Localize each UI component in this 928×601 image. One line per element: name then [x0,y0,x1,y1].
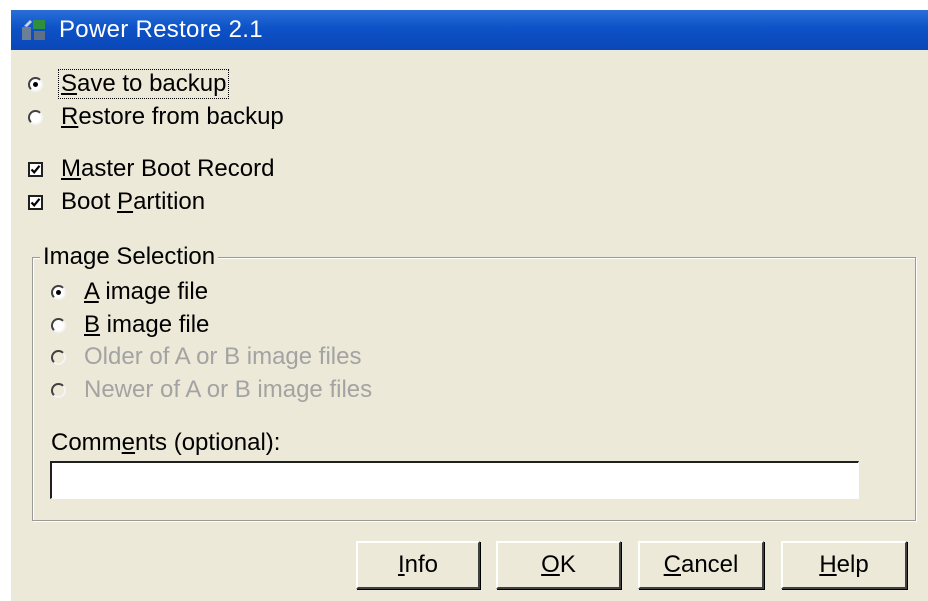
radio-unselected-icon[interactable] [28,109,43,125]
comments-input[interactable] [50,461,859,499]
master-boot-record-label: Master Boot Record [61,155,275,182]
ok-button[interactable]: OK [496,541,621,589]
restore-from-backup-radio[interactable]: Restore from backup [28,103,284,131]
save-to-backup-radio[interactable]: Save to backup [28,69,230,99]
b-image-file-label: B image file [84,311,210,338]
radio-unselected-icon[interactable] [51,317,66,333]
newer-image-file-radio[interactable]: Newer of A or B image files [51,376,372,404]
older-image-file-label: Older of A or B image files [84,343,362,370]
radio-unselected-icon[interactable] [51,382,66,398]
a-image-file-label: A image file [84,278,209,305]
radio-selected-icon[interactable] [28,76,43,92]
newer-image-file-label: Newer of A or B image files [84,376,373,403]
checkbox-checked-icon[interactable] [28,161,43,177]
power-restore-window: Power Restore 2.1 Save to backup Restore… [11,10,928,601]
a-image-file-radio[interactable]: A image file [51,278,208,306]
checkbox-checked-icon[interactable] [28,194,43,210]
radio-selected-icon[interactable] [51,284,66,300]
master-boot-record-checkbox[interactable]: Master Boot Record [28,155,274,183]
boot-partition-checkbox[interactable]: Boot Partition [28,188,205,216]
power-restore-app-icon [21,18,47,42]
comments-label: Comments (optional): [51,429,281,456]
window-title: Power Restore 2.1 [59,16,263,43]
boot-partition-label: Boot Partition [61,188,206,215]
b-image-file-radio[interactable]: B image file [51,311,209,339]
cancel-button[interactable]: Cancel [638,541,764,589]
older-image-file-radio[interactable]: Older of A or B image files [51,343,361,371]
radio-unselected-icon[interactable] [51,349,66,365]
info-button[interactable]: Info [356,541,480,589]
image-selection-title: Image Selection [40,243,219,271]
restore-from-backup-label: Restore from backup [61,103,284,130]
save-to-backup-label: Save to backup [57,69,230,99]
help-button[interactable]: Help [781,541,907,589]
title-bar[interactable]: Power Restore 2.1 [11,10,928,50]
